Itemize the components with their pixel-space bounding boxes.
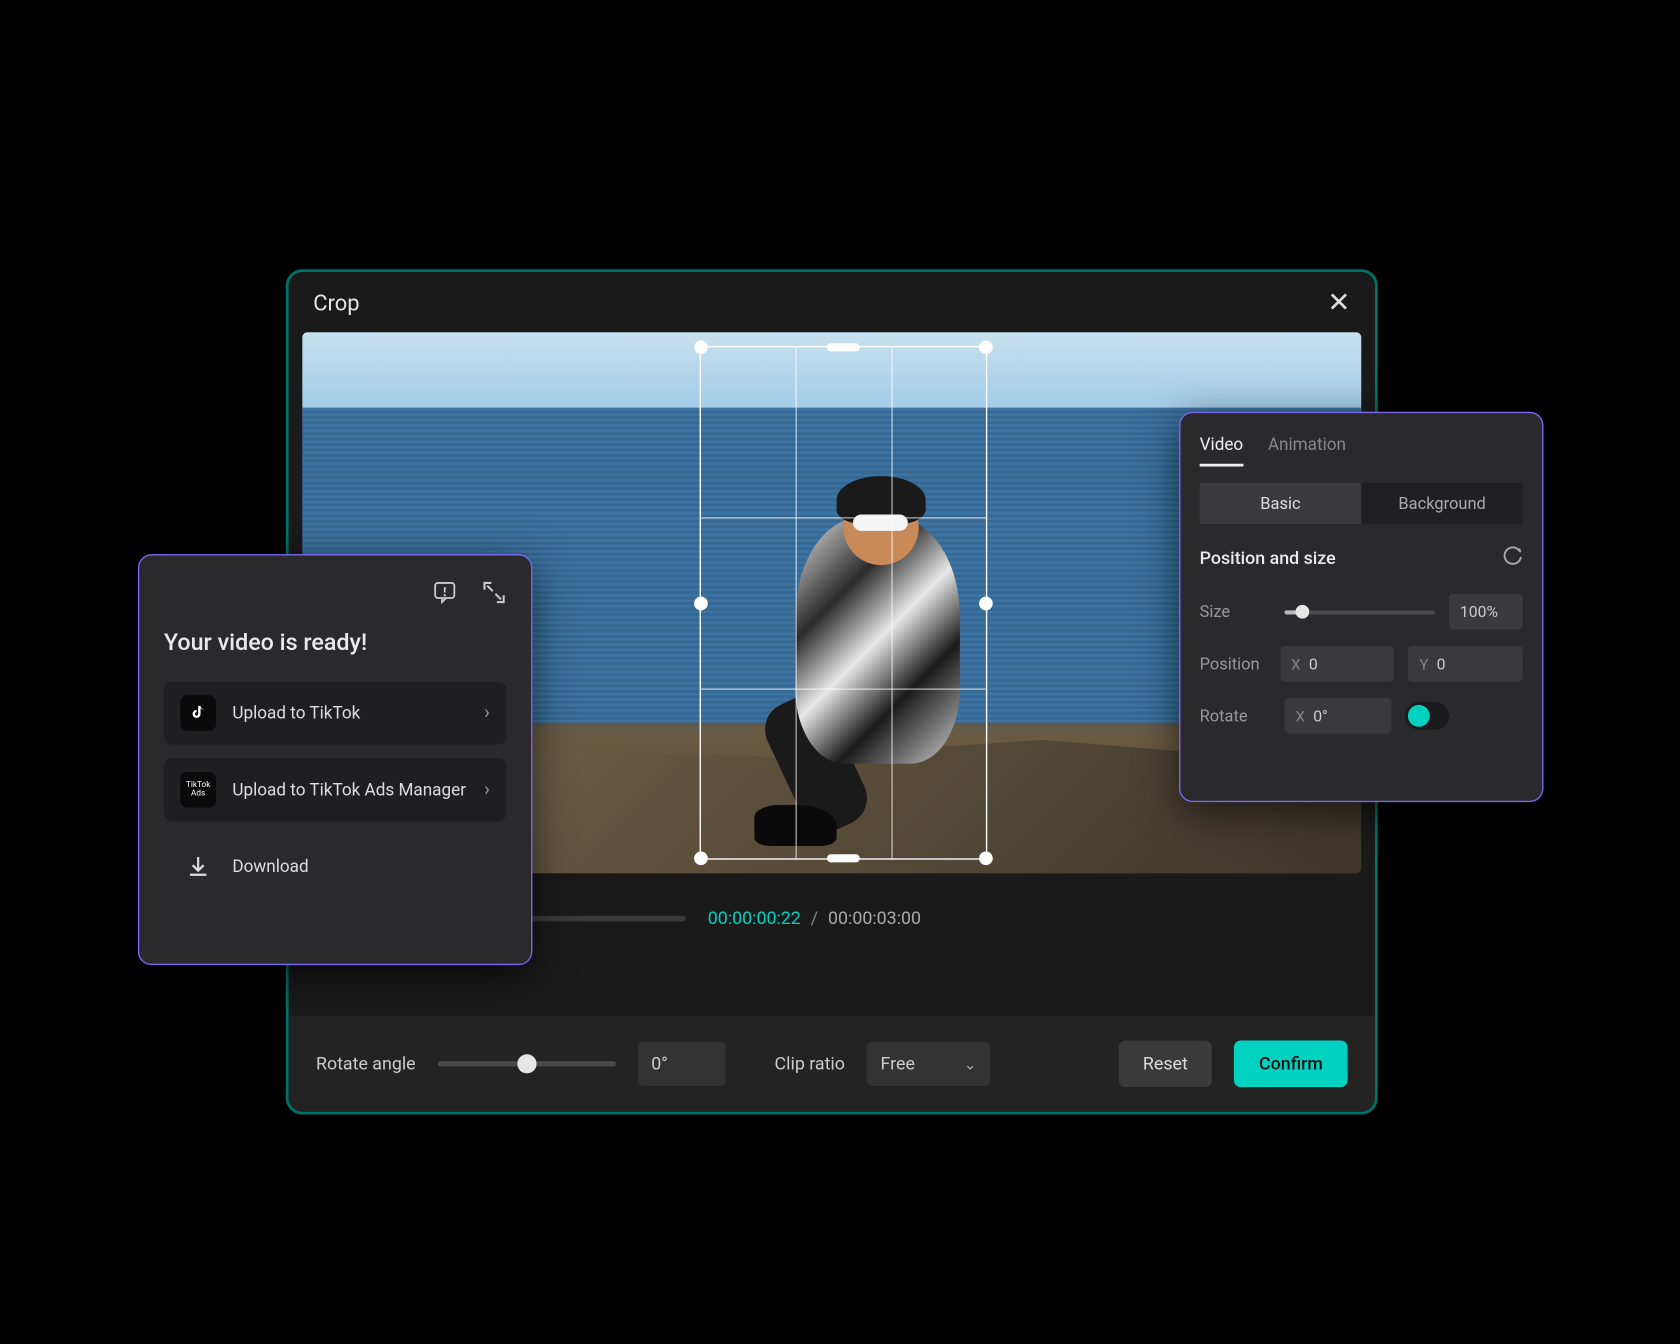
crop-handle-tl[interactable] — [694, 340, 708, 354]
chevron-down-icon: ⌄ — [964, 1055, 977, 1073]
upload-ads-manager-button[interactable]: TikTokAds Upload to TikTok Ads Manager › — [164, 758, 507, 821]
time-current: 00:00:00:22 — [708, 908, 801, 929]
crop-handle-tc[interactable] — [827, 343, 860, 351]
close-icon[interactable]: ✕ — [1327, 286, 1350, 319]
size-slider[interactable] — [1285, 610, 1436, 614]
size-label: Size — [1200, 602, 1271, 621]
upload-tiktok-button[interactable]: Upload to TikTok › — [164, 682, 507, 745]
crop-selection[interactable] — [700, 346, 988, 860]
crop-handle-ml[interactable] — [694, 596, 708, 610]
clip-ratio-select[interactable]: Free ⌄ — [867, 1042, 990, 1086]
rotate-label: Rotate — [1200, 706, 1271, 725]
crop-handle-tr[interactable] — [979, 340, 993, 354]
crop-handle-mr[interactable] — [979, 596, 993, 610]
time-display: 00:00:00:22 / 00:00:03:00 — [708, 908, 921, 929]
position-x-input[interactable]: X 0 — [1280, 646, 1395, 682]
tiktok-ads-icon: TikTokAds — [180, 772, 216, 808]
clip-ratio-label: Clip ratio — [775, 1054, 845, 1075]
rotate-x-input[interactable]: X 0° — [1285, 698, 1392, 734]
subtab-basic[interactable]: Basic — [1200, 483, 1362, 524]
crop-header: Crop ✕ — [289, 272, 1375, 332]
export-title: Your video is ready! — [164, 630, 507, 657]
crop-footer: Rotate angle 0° Clip ratio Free ⌄ Reset … — [289, 1016, 1375, 1112]
rotate-slider-thumb[interactable] — [517, 1054, 536, 1073]
download-icon — [180, 849, 216, 885]
crop-handle-bc[interactable] — [827, 854, 860, 862]
tiktok-icon — [180, 695, 216, 731]
chevron-right-icon: › — [484, 702, 490, 724]
tab-video[interactable]: Video — [1200, 435, 1244, 467]
section-title: Position and size — [1200, 549, 1336, 570]
action-label: Upload to TikTok Ads Manager — [232, 780, 467, 801]
subtab-background[interactable]: Background — [1361, 483, 1523, 524]
reset-section-icon[interactable] — [1502, 546, 1523, 572]
expand-icon[interactable] — [482, 580, 507, 610]
position-label: Position — [1200, 654, 1267, 673]
rotate-angle-value[interactable]: 0° — [638, 1042, 726, 1086]
export-panel: Your video is ready! Upload to TikTok › … — [138, 554, 533, 965]
rotate-angle-label: Rotate angle — [316, 1054, 416, 1075]
confirm-button[interactable]: Confirm — [1234, 1041, 1347, 1088]
action-label: Download — [232, 856, 490, 877]
tab-animation[interactable]: Animation — [1268, 435, 1346, 467]
properties-panel: Video Animation Basic Background Positio… — [1179, 412, 1543, 802]
size-slider-thumb[interactable] — [1296, 605, 1310, 619]
crop-handle-br[interactable] — [979, 851, 993, 865]
rotate-toggle[interactable] — [1405, 702, 1449, 729]
rotate-angle-slider[interactable] — [438, 1061, 616, 1066]
position-y-input[interactable]: Y 0 — [1408, 646, 1523, 682]
comment-icon[interactable] — [432, 580, 457, 610]
chevron-right-icon: › — [484, 779, 490, 801]
download-button[interactable]: Download — [164, 835, 507, 898]
time-total: 00:00:03:00 — [828, 908, 921, 929]
crop-handle-bl[interactable] — [694, 851, 708, 865]
reset-button[interactable]: Reset — [1118, 1041, 1212, 1088]
crop-title: Crop — [313, 289, 359, 315]
action-label: Upload to TikTok — [232, 703, 467, 724]
size-value[interactable]: 100% — [1449, 594, 1523, 630]
